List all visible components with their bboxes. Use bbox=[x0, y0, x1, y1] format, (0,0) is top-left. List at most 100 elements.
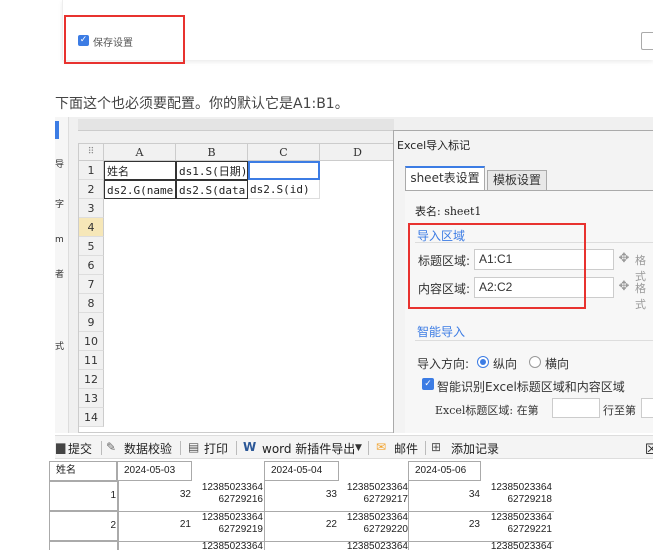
submit-button[interactable]: 提交 bbox=[68, 440, 92, 457]
radio-horizontal-label: 横向 bbox=[545, 357, 570, 371]
row-header[interactable]: 4 bbox=[79, 218, 104, 237]
spreadsheet-grid[interactable]: ⠿ A B C D 1 2 3 4 5 6 7 8 9 10 11 12 13 … bbox=[78, 143, 395, 433]
submit-icon: ▆ bbox=[56, 440, 66, 454]
chevron-down-icon[interactable]: ▼ bbox=[355, 443, 362, 453]
row-header[interactable]: 13 bbox=[79, 389, 104, 408]
left-strip-mark: 导 bbox=[55, 160, 65, 170]
cell-c2[interactable]: ds2.S(id) bbox=[248, 180, 320, 199]
report-cell-value: 23 bbox=[410, 511, 482, 541]
row-header[interactable]: 7 bbox=[79, 275, 104, 294]
cell-c1-selected[interactable] bbox=[248, 161, 320, 180]
report-cell-value: 32 bbox=[119, 481, 193, 511]
report-cell-phone: 12385023364 bbox=[338, 542, 410, 550]
move-icon[interactable]: ✥ bbox=[616, 279, 632, 295]
report-cell-phone: 12385023364 62729217 bbox=[338, 482, 410, 510]
report-gridline bbox=[49, 541, 554, 542]
toolbar-divider bbox=[368, 441, 369, 455]
report-header-date: 2024-05-03 bbox=[117, 461, 192, 481]
left-strip-mark: m bbox=[55, 235, 64, 245]
toolbar-divider bbox=[236, 441, 237, 455]
report-header-date: 2024-05-06 bbox=[408, 461, 481, 481]
move-icon[interactable]: ✥ bbox=[616, 251, 632, 267]
row-header[interactable]: 12 bbox=[79, 370, 104, 389]
row-header[interactable]: 8 bbox=[79, 294, 104, 313]
validate-button[interactable]: 数据校验 bbox=[124, 440, 172, 457]
table-name-label: 表名: sheet1 bbox=[415, 205, 482, 218]
report-cell-value: 34 bbox=[410, 481, 482, 511]
to-row-label: 行至第 bbox=[603, 404, 636, 417]
select-all-corner[interactable]: ⠿ bbox=[79, 144, 104, 161]
toolbar-divider bbox=[180, 441, 181, 455]
report-cell-phone: 12385023364 bbox=[482, 542, 554, 550]
row-header[interactable]: 3 bbox=[79, 199, 104, 218]
report-cell-value: 33 bbox=[265, 481, 339, 511]
left-strip-indicator bbox=[55, 121, 59, 139]
ruler-bar bbox=[78, 119, 394, 131]
cell-b1[interactable]: ds1.S(日期) bbox=[176, 161, 248, 180]
report-gridline bbox=[264, 461, 265, 550]
section-divider bbox=[415, 340, 653, 341]
report-cell-id: 1 bbox=[49, 481, 119, 511]
word-icon: W bbox=[243, 440, 257, 454]
description-text: 下面这个也必须要配置。你的默认它是A1:B1。 bbox=[55, 96, 349, 112]
report-cell-phone: 12385023364 62729216 bbox=[193, 482, 265, 510]
dialog-title: Excel导入标记 bbox=[397, 139, 471, 152]
row-header[interactable]: 11 bbox=[79, 351, 104, 370]
report-cell-value: 21 bbox=[119, 511, 193, 541]
mail-button[interactable]: 邮件 bbox=[394, 440, 418, 457]
row-header[interactable]: 9 bbox=[79, 313, 104, 332]
smart-import-section-title: 智能导入 bbox=[417, 325, 466, 339]
add-record-button[interactable]: 添加记录 bbox=[451, 440, 499, 457]
format-label: 格式 bbox=[635, 282, 646, 311]
report-cell-phone: 12385023364 62729220 bbox=[338, 512, 410, 540]
from-row-input[interactable] bbox=[552, 398, 600, 418]
report-cell-id bbox=[49, 541, 119, 550]
mail-icon: ✉ bbox=[376, 440, 387, 454]
row-header[interactable]: 14 bbox=[79, 408, 104, 427]
report-cell-phone: 12385023364 bbox=[193, 542, 265, 550]
toolbar-divider bbox=[425, 441, 426, 455]
radio-horizontal[interactable] bbox=[529, 356, 541, 368]
column-header-b[interactable]: B bbox=[176, 144, 248, 161]
report-cell-phone: 12385023364 62729218 bbox=[482, 482, 554, 510]
cell-b2[interactable]: ds2.S(data) bbox=[176, 180, 248, 199]
word-export-button[interactable]: word 新插件导出 bbox=[262, 440, 355, 457]
tab-sheet-settings[interactable]: sheet表设置 bbox=[405, 166, 485, 190]
row-header[interactable]: 10 bbox=[79, 332, 104, 351]
excel-title-area-label: Excel标题区域: 在第 bbox=[435, 404, 539, 417]
add-record-icon: ⊞ bbox=[431, 440, 442, 454]
report-cell-value: 22 bbox=[265, 511, 339, 541]
row-header[interactable]: 6 bbox=[79, 256, 104, 275]
cell-a2[interactable]: ds2.G(name) bbox=[104, 180, 176, 199]
report-header-date: 2024-05-04 bbox=[264, 461, 339, 481]
highlight-box-import-area bbox=[408, 223, 586, 309]
left-strip-mark: 字 bbox=[55, 200, 65, 210]
report-cell-phone: 12385023364 62729221 bbox=[482, 512, 554, 540]
highlight-box-save bbox=[64, 15, 185, 64]
column-header-d[interactable]: D bbox=[320, 144, 395, 161]
tab-template-settings[interactable]: 模板设置 bbox=[487, 170, 547, 190]
row-header[interactable]: 1 bbox=[79, 161, 104, 180]
cell-a1[interactable]: 姓名 bbox=[104, 161, 176, 180]
import-direction-label: 导入方向: bbox=[417, 357, 470, 371]
validate-icon: ✎ bbox=[106, 440, 117, 454]
report-gridline bbox=[49, 511, 554, 512]
toolbar-partial-button[interactable]: 区 bbox=[645, 440, 653, 457]
report-cell-id: 2 bbox=[49, 511, 119, 541]
to-row-input[interactable] bbox=[641, 398, 653, 418]
partial-input-box[interactable] bbox=[641, 32, 653, 50]
row-header[interactable]: 5 bbox=[79, 237, 104, 256]
row-header[interactable]: 2 bbox=[79, 180, 104, 199]
report-header-name: 姓名 bbox=[49, 461, 117, 481]
smart-detect-checkbox[interactable]: ✓ bbox=[422, 378, 434, 390]
left-strip-mark: 者 bbox=[55, 270, 65, 280]
radio-vertical-label: 纵向 bbox=[493, 357, 518, 371]
left-side-panel: 导 字 m 者 式 bbox=[55, 117, 69, 433]
column-header-c[interactable]: C bbox=[248, 144, 320, 161]
report-cell-phone: 12385023364 62729219 bbox=[193, 512, 265, 540]
column-header-a[interactable]: A bbox=[104, 144, 176, 161]
smart-detect-label: 智能识别Excel标题区域和内容区域 bbox=[437, 380, 625, 394]
print-button[interactable]: 打印 bbox=[204, 440, 228, 457]
radio-vertical[interactable] bbox=[477, 356, 489, 368]
print-icon: ▤ bbox=[188, 440, 200, 454]
